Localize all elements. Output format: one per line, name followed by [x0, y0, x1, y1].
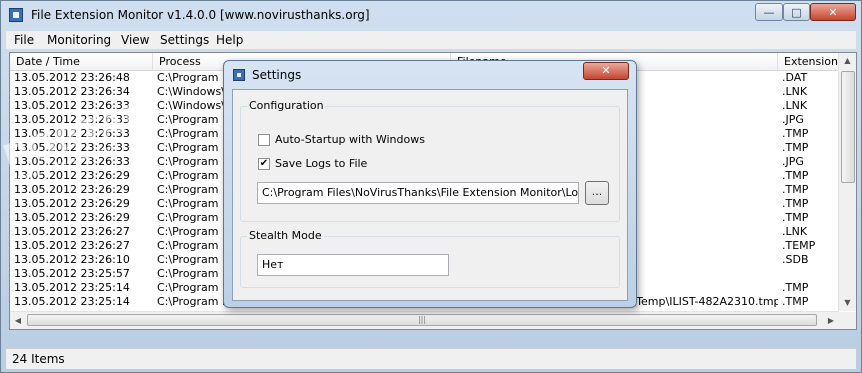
cell-extension	[778, 267, 839, 281]
cell-datetime: 13.05.2012 23:26:27	[14, 225, 130, 238]
vertical-scroll-thumb[interactable]	[841, 71, 855, 183]
scroll-up-icon[interactable]: ▲	[840, 53, 855, 69]
cell-extension: .TMP	[782, 141, 809, 154]
cell-datetime: 13.05.2012 23:26:29	[14, 183, 130, 196]
cell-datetime: 13.05.2012 23:26:48	[14, 71, 130, 84]
vertical-scrollbar[interactable]: ▲ ▼	[838, 53, 856, 311]
menu-bar: File Monitoring View Settings Help	[6, 31, 856, 50]
cell-datetime: 13.05.2012 23:25:14	[14, 281, 130, 294]
stealth-mode-group: Stealth Mode Нет	[240, 229, 620, 288]
scroll-down-icon[interactable]: ▼	[840, 295, 855, 311]
cell-datetime: 13.05.2012 23:26:29	[14, 211, 130, 224]
status-bar: 24 Items	[6, 348, 856, 369]
cell-datetime: 13.05.2012 23:26:29	[14, 169, 130, 182]
stealth-mode-field[interactable]: Нет	[257, 254, 449, 276]
horizontal-scrollbar[interactable]: ◀ ||| ▶	[10, 311, 839, 329]
dialog-app-icon	[233, 69, 245, 81]
cell-extension: .TMP	[782, 127, 809, 140]
cell-datetime: 13.05.2012 23:26:27	[14, 239, 130, 252]
cell-datetime: 13.05.2012 23:26:34	[14, 85, 130, 98]
cell-extension: .JPG	[782, 113, 804, 126]
cell-extension: .TMP	[782, 169, 809, 182]
menu-help[interactable]: Help	[216, 33, 243, 47]
cell-datetime: 13.05.2012 23:25:57	[14, 267, 130, 280]
app-icon	[9, 8, 23, 22]
dialog-body: Configuration Auto-Startup with Windows …	[232, 89, 628, 301]
cell-extension: .TMP	[782, 281, 809, 294]
cell-extension: .JPG	[782, 155, 804, 168]
menu-view[interactable]: View	[121, 33, 149, 47]
cell-extension: .LNK	[782, 225, 808, 238]
cell-datetime: 13.05.2012 23:25:14	[14, 295, 130, 308]
column-header-extension[interactable]: Extension	[778, 53, 839, 70]
cell-extension: .TMP	[782, 295, 809, 308]
minimize-button[interactable]: —	[755, 3, 783, 21]
item-count: 24 Items	[12, 352, 65, 366]
auto-startup-label[interactable]: Auto-Startup with Windows	[275, 133, 425, 146]
cell-extension: .LNK	[782, 99, 808, 112]
cell-extension: .DAT	[782, 71, 808, 84]
configuration-label: Configuration	[247, 99, 326, 112]
cell-datetime: 13.05.2012 23:26:33	[14, 113, 130, 126]
configuration-group: Configuration Auto-Startup with Windows …	[240, 99, 620, 222]
close-button[interactable]: ✕	[810, 3, 856, 21]
save-logs-checkbox[interactable]: ✔	[258, 158, 270, 170]
cell-datetime: 13.05.2012 23:26:33	[14, 99, 130, 112]
log-path-field[interactable]: C:\Program Files\NoVirusThanks\File Exte…	[257, 182, 579, 204]
cell-extension: .TMP	[782, 211, 809, 224]
menu-monitoring[interactable]: Monitoring	[47, 33, 111, 47]
cell-extension: .TMP	[782, 197, 809, 210]
scroll-right-icon[interactable]: ▶	[823, 313, 839, 328]
scroll-left-icon[interactable]: ◀	[10, 313, 26, 328]
cell-extension: .LNK	[782, 85, 808, 98]
scrollbar-corner	[839, 312, 856, 329]
cell-extension: .TEMP	[782, 239, 816, 252]
browse-button[interactable]: ...	[585, 181, 609, 205]
title-bar[interactable]: File Extension Monitor v1.4.0.0 [www.nov…	[1, 1, 861, 29]
save-logs-label[interactable]: Save Logs to File	[275, 157, 367, 170]
cell-extension: .TMP	[782, 183, 809, 196]
maximize-button[interactable]: □	[783, 3, 810, 21]
dialog-title: Settings	[252, 68, 302, 82]
stealth-mode-label: Stealth Mode	[247, 229, 324, 242]
menu-file[interactable]: File	[14, 33, 34, 47]
cell-datetime: 13.05.2012 23:26:33	[14, 155, 130, 168]
menu-settings[interactable]: Settings	[160, 33, 209, 47]
horizontal-scroll-thumb[interactable]: |||	[27, 314, 817, 326]
cell-datetime: 13.05.2012 23:26:33	[14, 127, 130, 140]
cell-datetime: 13.05.2012 23:26:10	[14, 253, 130, 266]
cell-extension: .SDB	[782, 253, 809, 266]
cell-datetime: 13.05.2012 23:26:29	[14, 197, 130, 210]
cell-datetime: 13.05.2012 23:26:33	[14, 141, 130, 154]
column-header-datetime[interactable]: Date / Time	[10, 53, 153, 70]
settings-dialog: Settings ✕ Configuration Auto-Startup wi…	[223, 60, 637, 308]
auto-startup-checkbox[interactable]	[258, 134, 270, 146]
dialog-close-button[interactable]: ✕	[583, 62, 629, 80]
window-title: File Extension Monitor v1.4.0.0 [www.nov…	[31, 8, 370, 22]
